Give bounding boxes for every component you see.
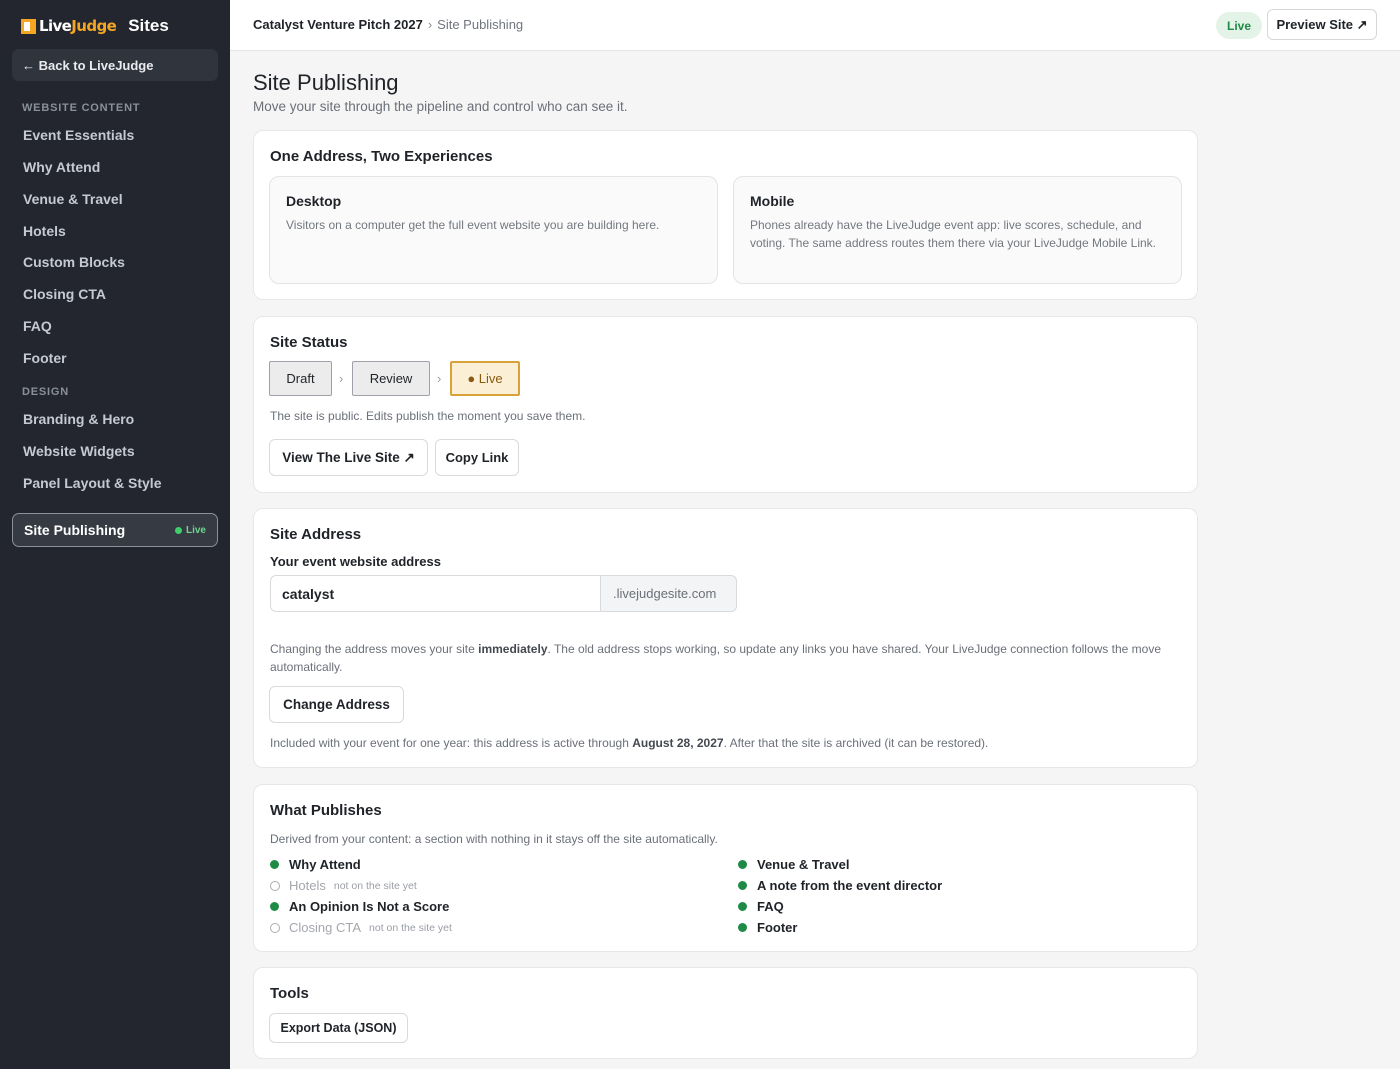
site-address-card: Site Address Your event website address … <box>253 508 1198 768</box>
published-dot-icon <box>738 881 747 890</box>
copy-link-button[interactable]: Copy Link <box>435 439 519 476</box>
address-field-label: Your event website address <box>270 554 441 569</box>
published-dot-icon <box>270 860 279 869</box>
address-expiry-note: Included with your event for one year: t… <box>270 736 988 750</box>
unpublished-dot-icon <box>270 880 280 891</box>
stage-review-button[interactable]: Review <box>352 361 430 396</box>
site-status-pill: Live <box>1216 12 1263 39</box>
desktop-title: Desktop <box>286 193 342 209</box>
card-title: Site Status <box>270 334 348 351</box>
preview-site-button[interactable]: Preview Site ↗ <box>1267 9 1377 40</box>
sidebar-item-venue-travel[interactable]: Venue & Travel <box>23 191 123 207</box>
stage-draft-button[interactable]: Draft <box>269 361 332 396</box>
publish-item-label: An Opinion Is Not a Score <box>289 899 450 914</box>
publish-item-label: FAQ <box>757 899 784 914</box>
publish-item-venue-travel: Venue & Travel <box>738 857 850 872</box>
sidebar-item-custom-blocks[interactable]: Custom Blocks <box>23 254 125 270</box>
sidebar-item-closing-cta[interactable]: Closing CTA <box>23 286 106 302</box>
published-dot-icon <box>738 902 747 911</box>
publish-item-note-from-director: A note from the event director <box>738 878 942 893</box>
sidebar-item-panel-layout-style[interactable]: Panel Layout & Style <box>23 475 161 491</box>
page-title: Site Publishing <box>253 70 399 95</box>
publish-item-label: Footer <box>757 920 798 935</box>
logo-text-live: Live <box>39 17 72 35</box>
status-note: The site is public. Edits publish the mo… <box>270 409 586 423</box>
published-dot-icon <box>738 923 747 932</box>
unpublished-dot-icon <box>270 922 280 933</box>
not-published-hint: not on the site yet <box>333 879 417 892</box>
sidebar-item-website-widgets[interactable]: Website Widgets <box>23 443 135 459</box>
back-to-livejudge-button[interactable]: ← Back to LiveJudge <box>12 49 218 81</box>
breadcrumb-current-page: Site Publishing <box>437 17 524 32</box>
change-address-button[interactable]: Change Address <box>269 686 404 723</box>
card-title: Tools <box>270 985 309 1002</box>
publish-item-label: Why Attend <box>289 857 361 872</box>
livejudge-logo-icon <box>21 18 36 34</box>
address-input[interactable] <box>270 575 601 612</box>
published-dot-icon <box>738 860 747 869</box>
what-publishes-card: What Publishes Derived from your content… <box>253 784 1198 952</box>
live-badge-text: Live <box>185 524 206 536</box>
publish-item-label: Venue & Travel <box>757 857 850 872</box>
publish-item-footer: Footer <box>738 920 797 935</box>
publish-item-an-opinion-is-not-a-score: An Opinion Is Not a Score <box>270 899 449 914</box>
sidebar-item-site-publishing[interactable]: Site Publishing Live <box>12 513 218 547</box>
sidebar-item-why-attend[interactable]: Why Attend <box>23 159 100 175</box>
desktop-experience-box: Desktop Visitors on a computer get the f… <box>269 176 718 284</box>
published-dot-icon <box>270 902 279 911</box>
view-live-site-button[interactable]: View The Live Site ↗ <box>269 439 428 476</box>
live-dot-icon <box>174 526 182 534</box>
tools-card: Tools Export Data (JSON) <box>253 967 1198 1059</box>
breadcrumb-chevron-icon: › <box>427 17 433 32</box>
publish-item-why-attend: Why Attend <box>270 857 361 872</box>
top-bar: Catalyst Venture Pitch 2027 › Site Publi… <box>230 0 1400 51</box>
section-label-design: DESIGN <box>22 386 69 398</box>
sidebar-item-hotels[interactable]: Hotels <box>23 223 66 239</box>
card-title: One Address, Two Experiences <box>270 148 493 165</box>
live-status-badge: Live <box>174 524 206 536</box>
note-text: Included with your event for one year: t… <box>270 736 633 750</box>
breadcrumb: Catalyst Venture Pitch 2027 › Site Publi… <box>253 17 523 32</box>
publish-item-faq: FAQ <box>738 899 784 914</box>
card-title: What Publishes <box>270 802 382 819</box>
sidebar-item-branding-hero[interactable]: Branding & Hero <box>23 411 134 427</box>
site-status-card: Site Status Draft › Review › ● Live The … <box>253 316 1198 493</box>
export-data-json-button[interactable]: Export Data (JSON) <box>269 1013 408 1043</box>
section-label-website-content: WEBSITE CONTENT <box>22 102 141 114</box>
mobile-title: Mobile <box>750 193 795 209</box>
address-change-note: Changing the address moves your site imm… <box>270 641 1180 676</box>
sidebar: Live Judge Sites ← Back to LiveJudge WEBS… <box>0 0 230 1069</box>
publish-item-label: A note from the event director <box>757 878 943 893</box>
app-name: Sites <box>128 16 169 35</box>
stage-live-button[interactable]: ● Live <box>450 361 520 396</box>
logo-text-judge: Judge <box>71 17 117 35</box>
publish-item-hotels: Hotels not on the site yet <box>270 878 417 893</box>
mobile-text: Phones already have the LiveJudge event … <box>750 218 1156 250</box>
publish-item-label: Closing CTA <box>289 920 362 935</box>
experiences-card: One Address, Two Experiences Desktop Vis… <box>253 130 1198 300</box>
expiry-date: August 28, 2027 <box>632 736 724 750</box>
page-subtitle: Move your site through the pipeline and … <box>253 99 628 114</box>
sidebar-item-label: Site Publishing <box>24 522 126 538</box>
sidebar-item-footer[interactable]: Footer <box>23 350 67 366</box>
mobile-experience-box: Mobile Phones already have the LiveJudge… <box>733 176 1182 284</box>
chevron-right-icon: › <box>339 371 344 386</box>
publish-item-label: Hotels <box>289 878 326 893</box>
sidebar-item-faq[interactable]: FAQ <box>23 318 52 334</box>
brand: Live Judge Sites <box>21 15 169 37</box>
note-emphasis: immediately <box>478 642 548 656</box>
note-text: . After that the site is archived (it ca… <box>723 736 989 750</box>
not-published-hint: not on the site yet <box>369 921 452 934</box>
address-domain-suffix: .livejudgesite.com <box>600 575 737 612</box>
note-text: Changing the address moves your site <box>270 642 479 656</box>
chevron-right-icon: › <box>437 371 442 386</box>
publish-item-closing-cta: Closing CTA not on the site yet <box>270 920 452 935</box>
publishes-subtitle: Derived from your content: a section wit… <box>270 832 718 846</box>
card-title: Site Address <box>270 526 362 543</box>
desktop-text: Visitors on a computer get the full even… <box>286 218 660 232</box>
sidebar-item-event-essentials[interactable]: Event Essentials <box>23 127 134 143</box>
breadcrumb-event[interactable]: Catalyst Venture Pitch 2027 <box>253 17 423 32</box>
